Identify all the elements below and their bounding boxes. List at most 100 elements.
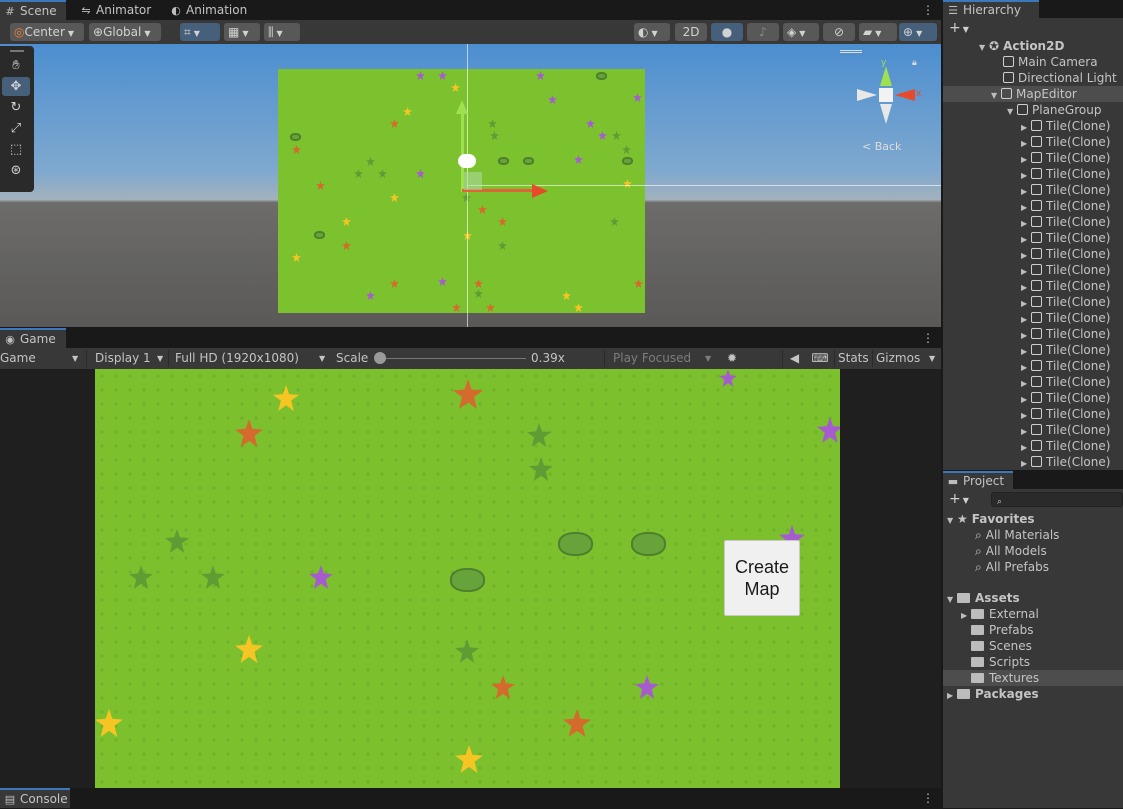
hierarchy-item-tile[interactable]: ▶ Tile(Clone) <box>943 438 1123 454</box>
gizmo-x-cone[interactable] <box>895 89 915 101</box>
tab-project[interactable]: ▬ Project <box>943 471 1013 489</box>
increment-snap-button[interactable]: ⫼ ▼ <box>264 23 300 41</box>
create-map-label-line2: Map <box>744 579 780 599</box>
hierarchy-item-tile[interactable]: ▶ Tile(Clone) <box>943 374 1123 390</box>
space-dropdown[interactable]: ⊕Global ▼ <box>89 23 161 41</box>
expand-arrow-icon[interactable]: ▶ <box>1021 456 1031 470</box>
tools-drag-handle[interactable] <box>10 50 24 52</box>
grid-button[interactable]: ▦ ▼ <box>224 23 260 41</box>
camera-icon: ▰ <box>863 25 873 39</box>
flower-sprite <box>498 217 507 226</box>
gizmo-y-cone[interactable] <box>880 66 892 86</box>
tab-scene[interactable]: # Scene <box>0 0 66 20</box>
hierarchy-item-tile[interactable]: ▶ Tile(Clone) <box>943 166 1123 182</box>
lock-icon[interactable]: 🔒︎ <box>912 58 922 68</box>
hierarchy-item-tile[interactable]: ▶ Tile(Clone) <box>943 214 1123 230</box>
scene-viewport[interactable]: 🔒︎ y x < Back <box>0 44 941 327</box>
tab-console[interactable]: ▤ Console <box>0 788 70 808</box>
favorite-all-prefabs[interactable]: ⌕ All Prefabs <box>975 559 1049 575</box>
stats-button[interactable]: Stats <box>834 350 870 367</box>
hierarchy-item-tile[interactable]: ▶ Tile(Clone) <box>943 230 1123 246</box>
hand-tool-icon[interactable]: ✋︎ <box>2 56 30 75</box>
hierarchy-item-tile[interactable]: ▶ Tile(Clone) <box>943 278 1123 294</box>
hierarchy-add-button[interactable]: + ▼ <box>949 20 969 36</box>
scale-slider-thumb[interactable] <box>374 352 386 364</box>
favorites-section[interactable]: ▼ ★ Favorites <box>947 511 1034 527</box>
rect-tool-icon[interactable]: ⬚ <box>2 140 30 159</box>
effects-button[interactable]: ◈ ▼ <box>783 23 819 41</box>
rotate-tool-icon[interactable]: ↻ <box>2 98 30 117</box>
gizmo-neg-x-cone[interactable] <box>857 89 877 101</box>
tab-animator[interactable]: ⇋ Animator <box>76 0 159 20</box>
hierarchy-scene-root[interactable]: ▼ ✪ Action2D <box>943 38 1123 54</box>
draw-mode-button[interactable]: ◐ ▼ <box>634 23 670 41</box>
audio-toggle[interactable]: ♪ <box>747 23 779 41</box>
gizmo-menu-icon[interactable] <box>840 50 862 53</box>
hierarchy-item-tile[interactable]: ▶ Tile(Clone) <box>943 150 1123 166</box>
tab-game[interactable]: ◉ Game <box>0 328 66 348</box>
pivot-dropdown[interactable]: ◎Center ▼ <box>10 23 84 41</box>
gizmo-button[interactable]: ⊕ ▼ <box>899 23 937 41</box>
tab-animation[interactable]: ◐ Animation <box>166 0 255 20</box>
hierarchy-item-tile[interactable]: ▶ Tile(Clone) <box>943 342 1123 358</box>
folder-scripts[interactable]: Scripts <box>971 654 1030 670</box>
game-menu-icon[interactable]: ⋮ <box>921 328 935 348</box>
hierarchy-item-tile[interactable]: ▶ Tile(Clone) <box>943 406 1123 422</box>
project-search-input[interactable]: ⌕ <box>991 492 1123 507</box>
hierarchy-item-tile[interactable]: ▶ Tile(Clone) <box>943 310 1123 326</box>
hierarchy-item-tile[interactable]: ▶ Tile(Clone) <box>943 422 1123 438</box>
hierarchy-item-mapeditor[interactable]: ▼ MapEditor <box>943 86 1123 102</box>
hierarchy-item-tile[interactable]: ▶ Tile(Clone) <box>943 246 1123 262</box>
display-dropdown[interactable]: Display 1 ▼ <box>86 350 168 367</box>
favorite-all-models[interactable]: ⌕ All Models <box>975 543 1047 559</box>
transform-tool-icon[interactable]: ⊛ <box>2 161 30 180</box>
2d-toggle[interactable]: 2D <box>675 23 707 41</box>
scale-tool-icon[interactable]: ⤢ <box>2 119 30 138</box>
hierarchy-item-tile[interactable]: ▶ Tile(Clone) <box>943 182 1123 198</box>
resolution-dropdown[interactable]: Full HD (1920x1080) ▼ <box>168 350 330 367</box>
hierarchy-item-tile[interactable]: ▶ Tile(Clone) <box>943 118 1123 134</box>
hierarchy-item-tile[interactable]: ▶ Tile(Clone) <box>943 326 1123 342</box>
hierarchy-item-tile[interactable]: ▶ Tile(Clone) <box>943 358 1123 374</box>
scene-menu-icon[interactable]: ⋮ <box>921 0 935 20</box>
project-add-button[interactable]: + ▼ <box>949 491 969 507</box>
folder-textures[interactable]: Textures <box>943 670 1123 686</box>
assets-section[interactable]: ▼ Assets <box>947 590 1020 606</box>
hierarchy-item-planegroup[interactable]: ▼ PlaneGroup <box>943 102 1123 118</box>
folder-scenes[interactable]: Scenes <box>971 638 1032 654</box>
lighting-toggle[interactable]: ● <box>711 23 743 41</box>
favorite-all-materials[interactable]: ⌕ All Materials <box>975 527 1059 543</box>
play-mode-dropdown[interactable]: Play Focused ▼ <box>604 350 718 367</box>
hierarchy-item-tile[interactable]: ▶ Tile(Clone) <box>943 262 1123 278</box>
packages-section[interactable]: ▶ Packages <box>947 686 1039 702</box>
x-arrow-icon[interactable] <box>532 184 548 198</box>
grid-snap-button[interactable]: ⌗ ▼ <box>180 23 220 41</box>
scale-slider-track[interactable] <box>380 358 526 359</box>
folder-external[interactable]: ▶ External <box>961 606 1039 622</box>
gizmo-neg-y-cone[interactable] <box>880 104 892 124</box>
move-tool-icon[interactable]: ✥ <box>2 77 30 96</box>
hierarchy-item-directional-light[interactable]: Directional Light <box>943 70 1123 86</box>
tab-hierarchy[interactable]: ☰ Hierarchy <box>943 0 1039 18</box>
hierarchy-item-tile[interactable]: ▶ Tile(Clone) <box>943 454 1123 470</box>
hidden-objects-toggle[interactable]: ⊘ <box>823 23 855 41</box>
hierarchy-item-tile[interactable]: ▶ Tile(Clone) <box>943 198 1123 214</box>
create-map-button[interactable]: Create Map <box>724 540 800 616</box>
bug-icon[interactable]: ✹ <box>722 350 742 367</box>
gizmo-view-label[interactable]: < Back <box>862 140 901 153</box>
console-menu-icon[interactable]: ⋮ <box>921 788 935 808</box>
y-arrow-icon[interactable] <box>456 100 468 114</box>
folder-prefabs[interactable]: Prefabs <box>971 622 1034 638</box>
camera-button[interactable]: ▰ ▼ <box>859 23 897 41</box>
keyboard-icon[interactable]: ⌨︎ <box>808 350 832 367</box>
bush-sprite <box>314 231 325 239</box>
hierarchy-item-tile[interactable]: ▶ Tile(Clone) <box>943 390 1123 406</box>
mute-audio-icon[interactable]: ◀︎ <box>782 350 806 367</box>
gizmos-dropdown[interactable]: Gizmos ▼ <box>872 350 940 367</box>
view-dropdown[interactable]: Game ▼ <box>0 350 82 367</box>
plane-handle[interactable] <box>464 172 482 190</box>
hierarchy-item-tile[interactable]: ▶ Tile(Clone) <box>943 134 1123 150</box>
view-gizmo-center[interactable] <box>879 88 893 102</box>
hierarchy-item-tile[interactable]: ▶ Tile(Clone) <box>943 294 1123 310</box>
hierarchy-item-main-camera[interactable]: Main Camera <box>943 54 1123 70</box>
